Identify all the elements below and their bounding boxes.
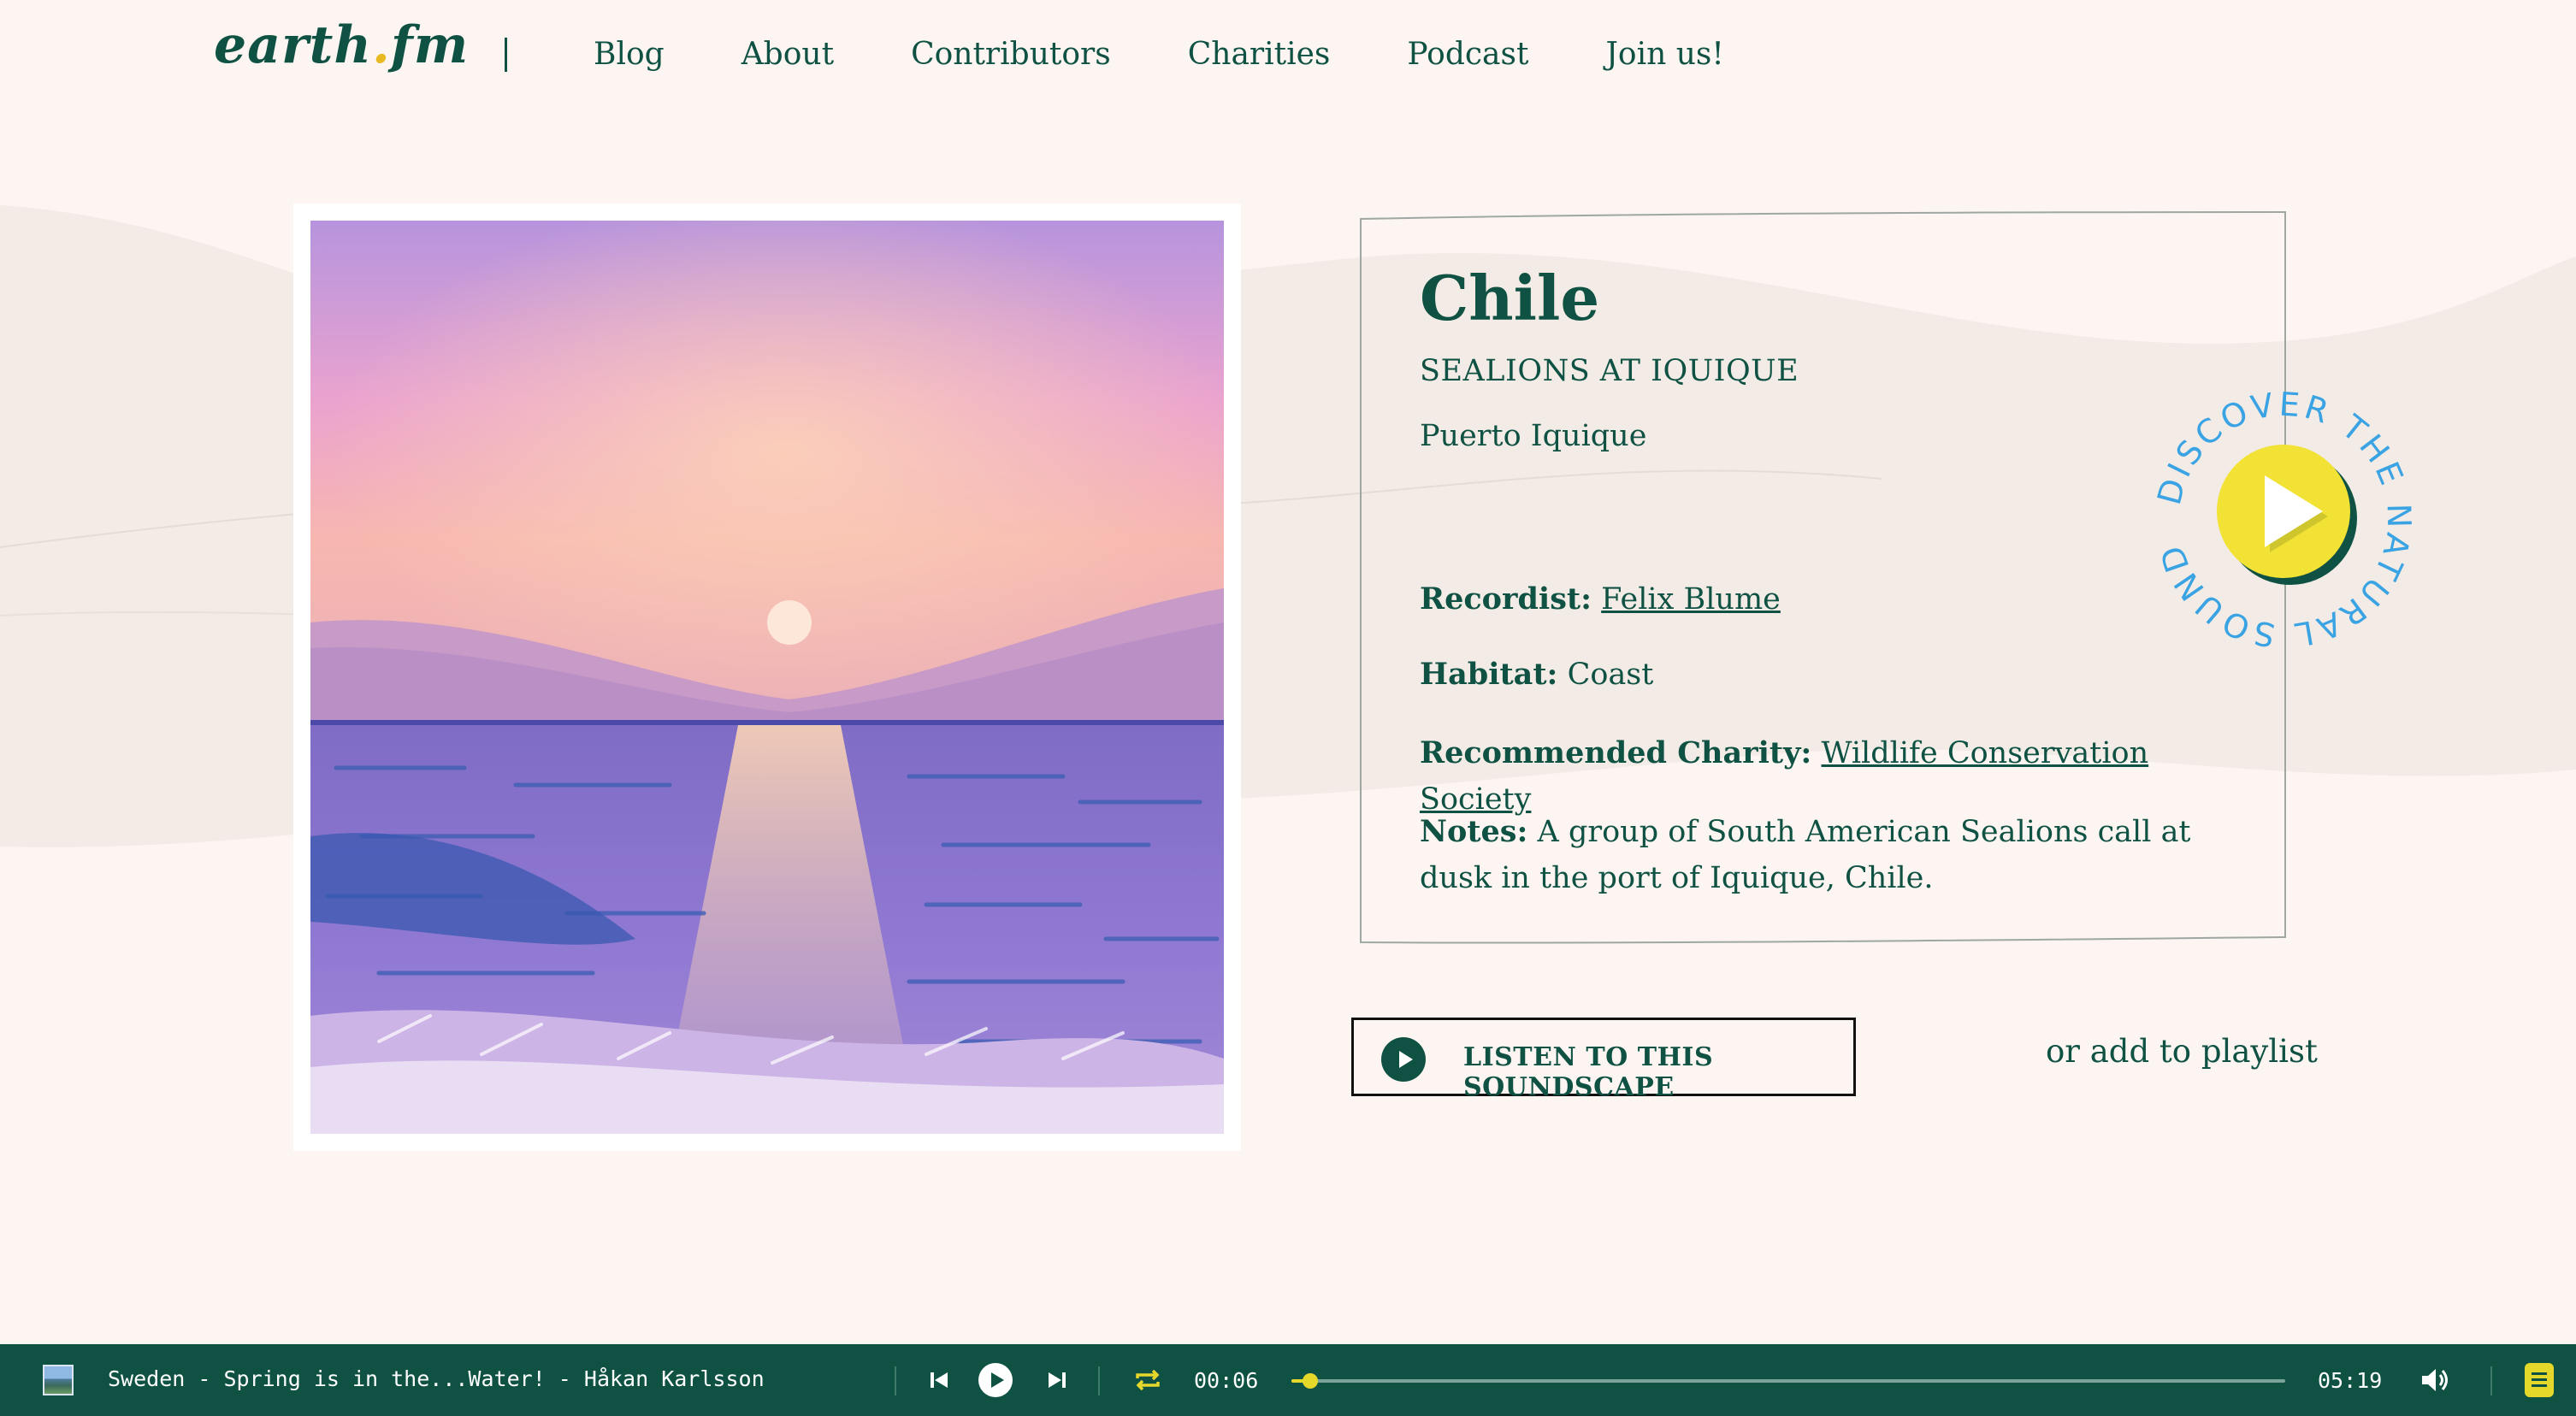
habitat-row: Habitat: Coast	[1420, 652, 2241, 698]
nav-contributors[interactable]: Contributors	[911, 31, 1111, 79]
play-pause-icon[interactable]	[978, 1363, 1013, 1397]
audio-player-bar: Sweden - Spring is in the...Water! - Håk…	[0, 1344, 2576, 1416]
listen-soundscape-button[interactable]: LISTEN TO THIS SOUNDSCAPE	[1351, 1018, 1856, 1102]
earth-fm-logo[interactable]: earth.fm	[214, 15, 469, 75]
listen-button-label: LISTEN TO THIS SOUNDSCAPE	[1463, 1042, 1714, 1102]
notes-row: Notes: A group of South American Sealion…	[1420, 809, 2241, 901]
charity-label: Recommended Charity:	[1420, 735, 1812, 770]
elapsed-time: 00:06	[1194, 1368, 1259, 1393]
nav-about[interactable]: About	[741, 31, 834, 79]
soundscape-artwork	[293, 204, 1241, 1151]
volume-icon[interactable]	[2417, 1363, 2451, 1397]
play-circle-icon	[1381, 1037, 1426, 1082]
player-divider	[1098, 1366, 1100, 1395]
nav-divider	[505, 38, 507, 72]
nav-join-us[interactable]: Join us!	[1605, 31, 1723, 79]
soundscape-location: Puerto Iquique	[1420, 419, 1647, 453]
notes-text: A group of South American Sealions call …	[1420, 815, 2191, 895]
recordist-link[interactable]: Felix Blume	[1601, 582, 1781, 617]
player-divider	[2490, 1366, 2492, 1395]
nav-blog[interactable]: Blog	[594, 31, 665, 79]
track-thumbnail	[43, 1365, 74, 1395]
repeat-icon[interactable]	[1131, 1363, 1165, 1397]
player-divider	[895, 1366, 896, 1395]
queue-list-icon[interactable]	[2525, 1363, 2554, 1397]
habitat-value: Coast	[1567, 658, 1654, 692]
soundscape-title: Chile	[1420, 262, 1600, 334]
sunset-sea-painting	[310, 221, 1224, 1134]
progress-handle[interactable]	[1303, 1373, 1319, 1389]
habitat-label: Habitat:	[1420, 657, 1558, 692]
discover-sound-badge[interactable]: DISCOVER THE NATURAL SOUND	[2150, 385, 2414, 654]
nav-podcast[interactable]: Podcast	[1407, 31, 1528, 79]
nav-charities[interactable]: Charities	[1188, 31, 1331, 79]
site-header: earth.fm Blog About Contributors Chariti…	[0, 0, 2576, 111]
next-track-icon[interactable]	[1040, 1363, 1074, 1397]
recordist-label: Recordist:	[1420, 581, 1592, 617]
soundscape-subtitle: SEALIONS AT IQUIQUE	[1420, 354, 1799, 388]
now-playing-track: Sweden - Spring is in the...Water! - Håk…	[108, 1366, 765, 1391]
main-nav: Blog About Contributors Charities Podcas…	[594, 31, 1801, 79]
total-duration: 05:19	[2318, 1368, 2383, 1393]
add-to-playlist-link[interactable]: or add to playlist	[2046, 1033, 2318, 1070]
recordist-row: Recordist: Felix Blume	[1420, 576, 2241, 622]
soundscape-info-card: Chile SEALIONS AT IQUIQUE Puerto Iquique…	[1358, 209, 2289, 944]
notes-label: Notes:	[1420, 814, 1528, 849]
progress-slider[interactable]	[1291, 1373, 2285, 1389]
previous-track-icon[interactable]	[922, 1363, 956, 1397]
